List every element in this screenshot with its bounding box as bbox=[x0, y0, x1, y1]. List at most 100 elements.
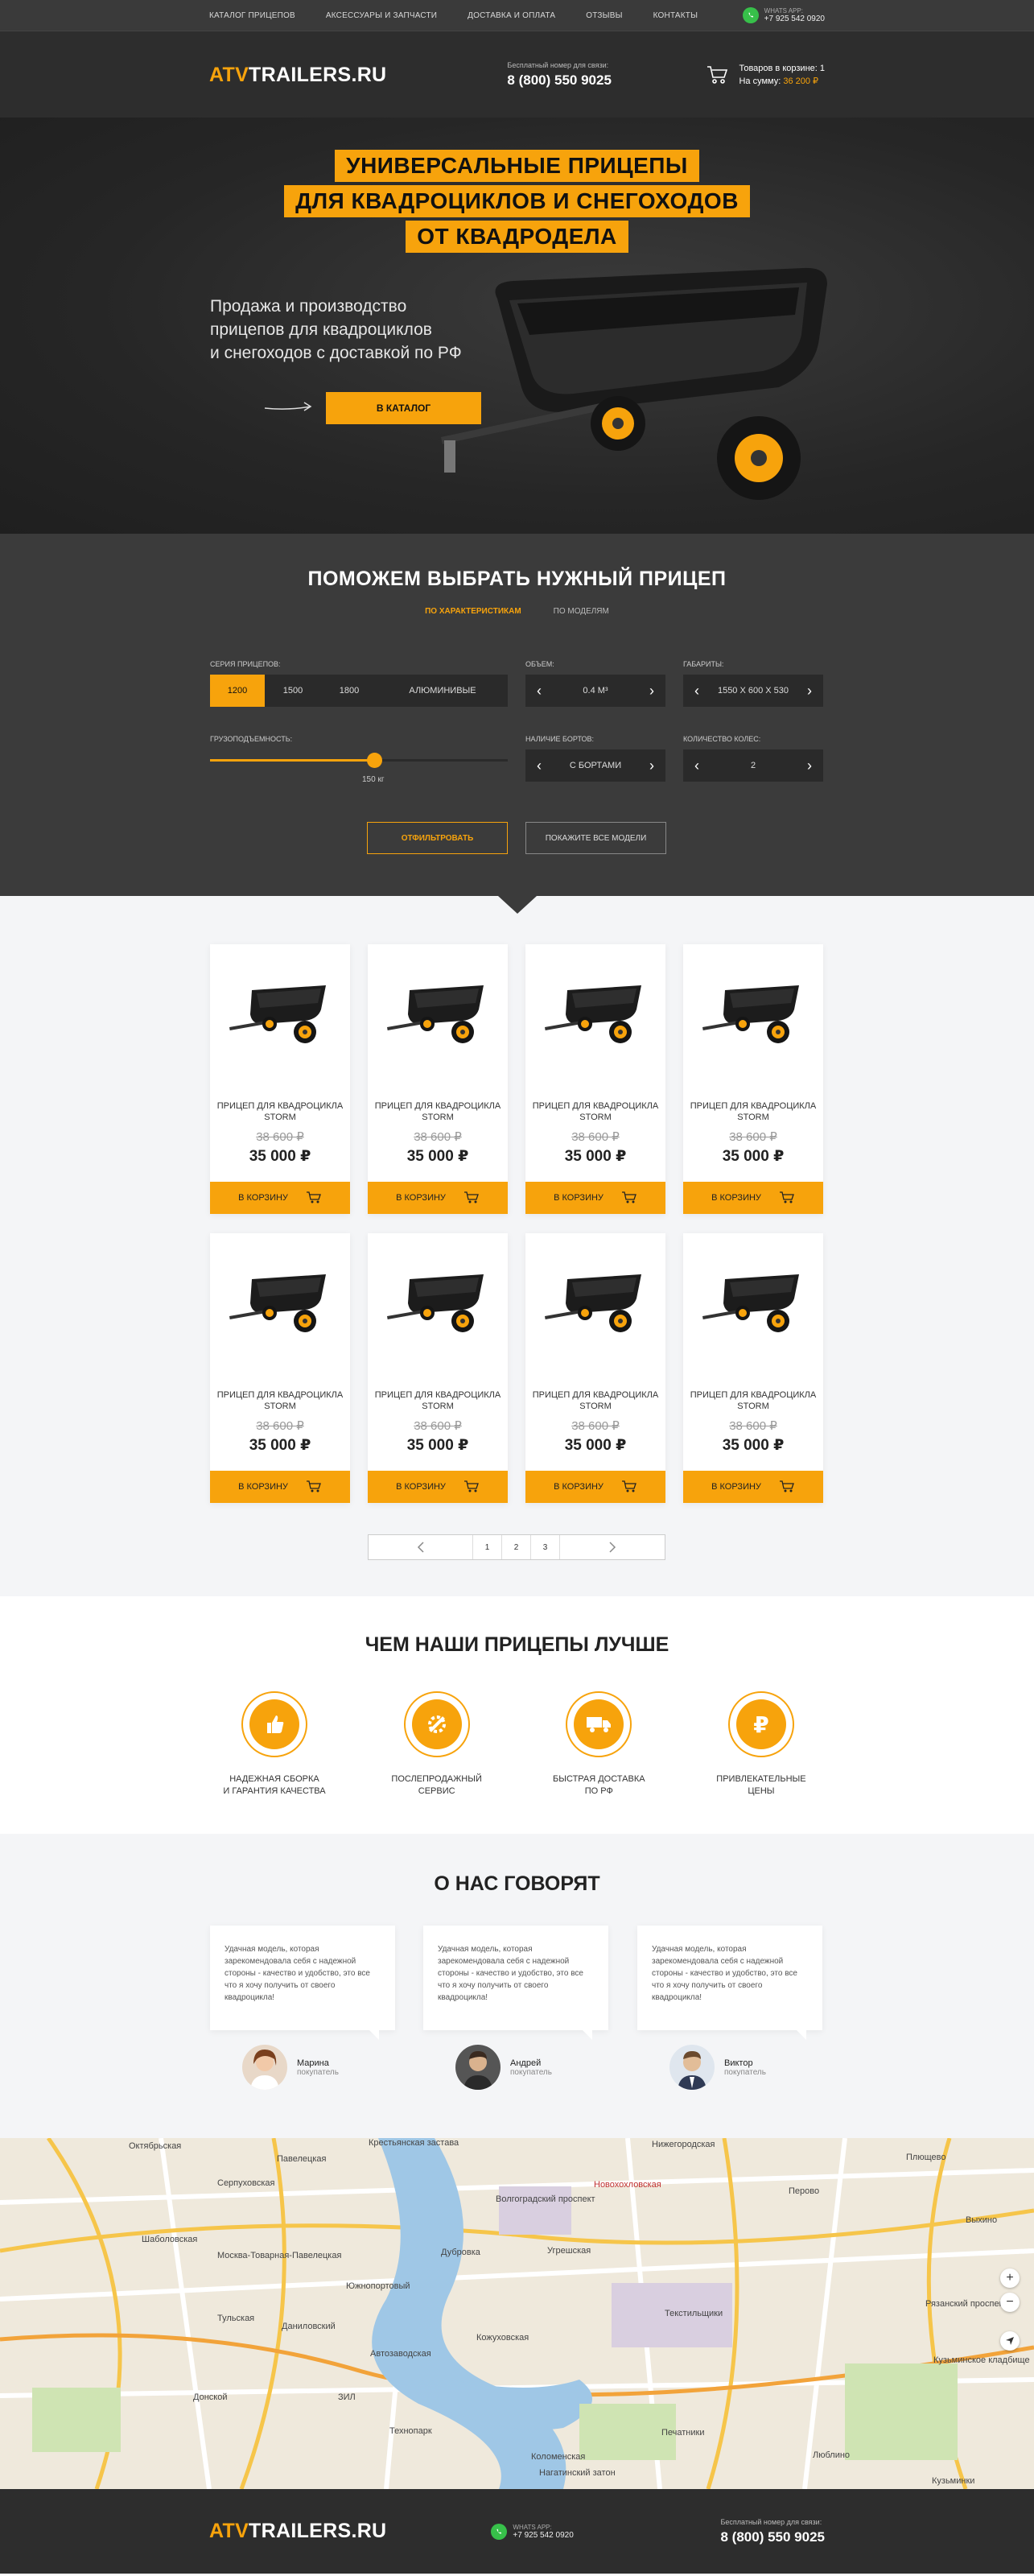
top-navigation: Каталог прицепов Аксессуары и запчасти Д… bbox=[0, 0, 1034, 31]
product-card[interactable]: ПРИЦЕП ДЛЯ КВАДРОЦИКЛА STORM 38 600 ₽ 35 0… bbox=[683, 1233, 823, 1503]
nav-catalog[interactable]: Каталог прицепов bbox=[209, 11, 295, 20]
footer-phone[interactable]: 8 (800) 550 9025 bbox=[721, 2529, 826, 2545]
product-name[interactable]: ПРИЦЕП ДЛЯ КВАДРОЦИКЛА STORM bbox=[368, 1100, 508, 1123]
add-to-cart-button[interactable]: В КОРЗИНУ bbox=[683, 1182, 823, 1214]
product-price: 35 000 ₽ bbox=[722, 1148, 785, 1165]
show-all-button[interactable]: ПОКАЖИТЕ ВСЕ МОДЕЛИ bbox=[525, 822, 666, 854]
zoom-out-button[interactable]: − bbox=[1000, 2293, 1020, 2312]
product-image[interactable] bbox=[683, 944, 823, 1081]
map-label: ЗИЛ bbox=[338, 2392, 356, 2402]
series-option[interactable]: 1800 bbox=[321, 675, 377, 707]
load-slider-handle[interactable] bbox=[366, 753, 382, 768]
header-phone[interactable]: 8 (800) 550 9025 bbox=[507, 72, 612, 89]
product-name[interactable]: ПРИЦЕП ДЛЯ КВАДРОЦИКЛА STORM bbox=[525, 1389, 665, 1412]
product-old-price: 38 600 ₽ bbox=[414, 1130, 462, 1144]
chevron-right-icon[interactable] bbox=[560, 1535, 665, 1559]
add-to-cart-button[interactable]: В КОРЗИНУ bbox=[368, 1182, 508, 1214]
nav-delivery[interactable]: Доставка и оплата bbox=[468, 11, 555, 20]
nav-accessories[interactable]: Аксессуары и запчасти bbox=[326, 11, 437, 20]
page-link[interactable]: 1 bbox=[473, 1535, 502, 1559]
site-logo[interactable]: ATVTRAILERS.RU bbox=[209, 64, 386, 87]
add-to-cart-button[interactable]: В КОРЗИНУ bbox=[525, 1471, 665, 1503]
product-card[interactable]: ПРИЦЕП ДЛЯ КВАДРОЦИКЛА STORM 38 600 ₽ 35 0… bbox=[368, 1233, 508, 1503]
whatsapp-phone[interactable]: +7 925 542 0920 bbox=[513, 2531, 573, 2540]
tab-by-models[interactable]: ПО МОДЕЛЯМ bbox=[554, 607, 609, 616]
chevron-right-icon[interactable]: › bbox=[807, 683, 812, 700]
chevron-left-icon[interactable] bbox=[369, 1535, 473, 1559]
product-old-price: 38 600 ₽ bbox=[414, 1419, 462, 1433]
cart-widget[interactable]: Товаров в корзине: 1 На сумму: 36 200 ₽ bbox=[706, 62, 825, 88]
product-image[interactable] bbox=[368, 944, 508, 1081]
series-option[interactable]: АЛЮМИНИВЫЕ bbox=[377, 675, 508, 707]
add-to-cart-button[interactable]: В КОРЗИНУ bbox=[683, 1471, 823, 1503]
map-label: Тульская bbox=[217, 2314, 255, 2323]
tab-by-characteristics[interactable]: ПО ХАРАКТЕРИСТИКАМ bbox=[425, 607, 521, 616]
series-option[interactable]: 1500 bbox=[265, 675, 321, 707]
advantage-text: ПО РФ bbox=[584, 1786, 613, 1796]
map-label: Текстильщики bbox=[665, 2309, 723, 2318]
nav-contacts[interactable]: Контакты bbox=[653, 11, 698, 20]
product-card[interactable]: ПРИЦЕП ДЛЯ КВАДРОЦИКЛА STORM 38 600 ₽ 35 0… bbox=[525, 1233, 665, 1503]
map-label: Автозаводская bbox=[370, 2349, 431, 2359]
avatar bbox=[669, 2045, 715, 2090]
advantages-section: ЧЕМ НАШИ ПРИЦЕПЫ ЛУЧШЕ НАДЕЖНАЯ СБОРКА И … bbox=[0, 1596, 1034, 1834]
add-to-cart-button[interactable]: В КОРЗИНУ bbox=[525, 1182, 665, 1214]
chevron-left-icon[interactable]: ‹ bbox=[537, 683, 542, 700]
wrench-gear-icon bbox=[411, 1699, 462, 1749]
product-card[interactable]: ПРИЦЕП ДЛЯ КВАДРОЦИКЛА STORM 38 600 ₽ 35 0… bbox=[368, 944, 508, 1214]
cart-icon bbox=[621, 1480, 636, 1492]
series-option[interactable]: 1200 bbox=[210, 675, 265, 707]
whatsapp-phone[interactable]: +7 925 542 0920 bbox=[764, 14, 825, 23]
product-name[interactable]: ПРИЦЕП ДЛЯ КВАДРОЦИКЛА STORM bbox=[368, 1389, 508, 1412]
location-map[interactable]: Октябрьская Серпуховская Павелецкая Шабо… bbox=[0, 2138, 1034, 2489]
footer-logo[interactable]: ATVTRAILERS.RU bbox=[209, 2520, 386, 2543]
add-to-cart-button[interactable]: В КОРЗИНУ bbox=[210, 1182, 350, 1214]
add-to-cart-button[interactable]: В КОРЗИНУ bbox=[210, 1471, 350, 1503]
product-card[interactable]: ПРИЦЕП ДЛЯ КВАДРОЦИКЛА STORM 38 600 ₽ 35 0… bbox=[525, 944, 665, 1214]
chevron-right-icon[interactable]: › bbox=[649, 758, 654, 774]
whatsapp-contact[interactable]: WHATS APP: +7 925 542 0920 bbox=[742, 7, 825, 23]
zoom-in-button[interactable]: + bbox=[1000, 2268, 1020, 2288]
filter-tabs: ПО ХАРАКТЕРИСТИКАМ ПО МОДЕЛЯМ bbox=[0, 607, 1034, 616]
whatsapp-icon bbox=[742, 7, 759, 23]
hero-headline: УНИВЕРСАЛЬНЫЕ ПРИЦЕПЫ ДЛЯ КВАДРОЦИКЛОВ И… bbox=[0, 148, 1034, 254]
filter-title: ПОМОЖЕМ ВЫБРАТЬ НУЖНЫЙ ПРИЦЕП bbox=[307, 568, 727, 590]
chevron-left-icon[interactable]: ‹ bbox=[694, 758, 699, 774]
nav-reviews[interactable]: Отзывы bbox=[586, 11, 622, 20]
chevron-right-icon[interactable]: › bbox=[649, 683, 654, 700]
advantage-text: БЫСТРАЯ ДОСТАВКА bbox=[553, 1774, 645, 1784]
product-card[interactable]: ПРИЦЕП ДЛЯ КВАДРОЦИКЛА STORM 38 600 ₽ 35 0… bbox=[210, 1233, 350, 1503]
product-image[interactable] bbox=[368, 1233, 508, 1370]
product-card[interactable]: ПРИЦЕП ДЛЯ КВАДРОЦИКЛА STORM 38 600 ₽ 35 0… bbox=[683, 944, 823, 1214]
footer-whatsapp[interactable]: WHATS APP: +7 925 542 0920 bbox=[491, 2523, 574, 2540]
page-link[interactable]: 2 bbox=[502, 1535, 531, 1559]
map-label: Крестьянская застава bbox=[369, 2138, 459, 2148]
load-slider[interactable] bbox=[210, 753, 508, 768]
product-image[interactable] bbox=[210, 944, 350, 1081]
product-name[interactable]: ПРИЦЕП ДЛЯ КВАДРОЦИКЛА STORM bbox=[525, 1100, 665, 1123]
product-image[interactable] bbox=[525, 1233, 665, 1370]
chevron-left-icon[interactable]: ‹ bbox=[537, 758, 542, 774]
product-card[interactable]: ПРИЦЕП ДЛЯ КВАДРОЦИКЛА STORM 38 600 ₽ 35 0… bbox=[210, 944, 350, 1214]
geolocation-icon[interactable] bbox=[1000, 2331, 1020, 2351]
product-name[interactable]: ПРИЦЕП ДЛЯ КВАДРОЦИКЛА STORM bbox=[683, 1389, 823, 1412]
map-label: Выхино bbox=[966, 2215, 998, 2225]
whatsapp-icon bbox=[491, 2523, 508, 2540]
map-label: Южнопортовый bbox=[346, 2281, 410, 2291]
product-image[interactable] bbox=[525, 944, 665, 1081]
filter-button[interactable]: ОТФИЛЬТРОВАТЬ bbox=[367, 822, 508, 854]
product-image[interactable] bbox=[210, 1233, 350, 1370]
page-link[interactable]: 3 bbox=[531, 1535, 560, 1559]
chevron-left-icon[interactable]: ‹ bbox=[694, 683, 699, 700]
product-image[interactable] bbox=[683, 1233, 823, 1370]
product-name[interactable]: ПРИЦЕП ДЛЯ КВАДРОЦИКЛА STORM bbox=[210, 1389, 350, 1412]
product-price: 35 000 ₽ bbox=[406, 1437, 469, 1454]
add-to-cart-button[interactable]: В КОРЗИНУ bbox=[368, 1471, 508, 1503]
product-old-price: 38 600 ₽ bbox=[571, 1419, 620, 1433]
advantage-text: ПРИВЛЕКАТЕЛЬНЫЕ bbox=[716, 1774, 806, 1784]
product-old-price: 38 600 ₽ bbox=[256, 1130, 304, 1144]
product-name[interactable]: ПРИЦЕП ДЛЯ КВАДРОЦИКЛА STORM bbox=[683, 1100, 823, 1123]
chevron-right-icon[interactable]: › bbox=[807, 758, 812, 774]
product-name[interactable]: ПРИЦЕП ДЛЯ КВАДРОЦИКЛА STORM bbox=[210, 1100, 350, 1123]
map-label: Коломенская bbox=[531, 2452, 586, 2462]
